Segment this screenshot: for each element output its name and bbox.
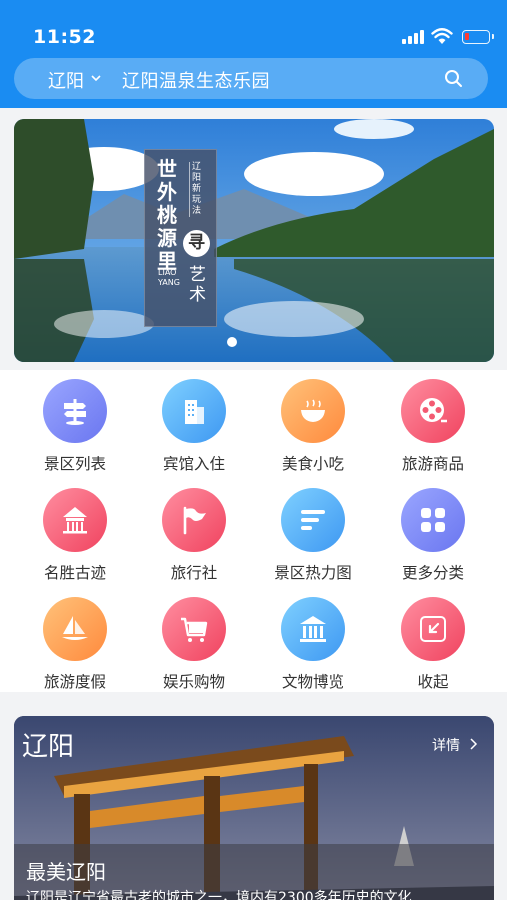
category-more[interactable]: 更多分类 — [378, 483, 488, 583]
battery-icon — [462, 30, 494, 44]
flag-icon — [162, 488, 226, 552]
feature-title: 最美辽阳 — [26, 860, 106, 884]
chevron-down-icon[interactable] — [88, 70, 104, 86]
category-food[interactable]: 美食小吃 — [258, 374, 368, 474]
category-label: 景区列表 — [43, 455, 106, 473]
search-input[interactable]: 辽阳温泉生态乐园 — [122, 67, 270, 93]
category-souvenirs[interactable]: 旅游商品 — [378, 374, 488, 474]
city-feature-card[interactable]: 辽阳 详情 最美辽阳 辽阳是辽宁省最古老的城市之一，境内有2300多年历史的文化… — [14, 716, 494, 900]
signal-icon — [402, 30, 426, 44]
plaque-english: LIAO YANG — [158, 268, 180, 287]
plaque-art: 艺术 — [189, 265, 206, 305]
category-label: 旅游度假 — [43, 673, 106, 691]
feature-details-link[interactable]: 详情 — [432, 735, 460, 755]
status-time: 11:52 — [33, 26, 96, 48]
signpost-icon — [43, 379, 107, 443]
category-museum[interactable]: 文物博览 — [258, 592, 368, 692]
search-bar[interactable]: 辽阳 辽阳温泉生态乐园 — [14, 58, 488, 99]
category-scenic-list[interactable]: 景区列表 — [20, 374, 130, 474]
category-label: 更多分类 — [401, 564, 464, 582]
carousel-indicator[interactable] — [227, 337, 237, 347]
bars-icon — [281, 488, 345, 552]
food-bowl-icon — [281, 379, 345, 443]
plaque-subtitle: 辽阳新玩法 — [189, 162, 203, 217]
feature-description: 辽阳是辽宁省最古老的城市之一，境内有2300多年历史的文化... — [26, 890, 425, 900]
hotel-icon — [162, 379, 226, 443]
status-bar: 11:52 — [0, 0, 507, 60]
category-travel-agency[interactable]: 旅行社 — [139, 483, 249, 583]
chevron-right-icon[interactable] — [468, 738, 478, 750]
category-shopping[interactable]: 娱乐购物 — [139, 592, 249, 692]
search-icon[interactable] — [444, 69, 463, 88]
shopping-cart-icon — [162, 597, 226, 661]
category-label: 美食小吃 — [281, 455, 344, 473]
feature-city-title: 辽阳 — [22, 732, 75, 762]
museum-icon — [281, 597, 345, 661]
category-label: 旅游商品 — [401, 455, 464, 473]
collapse-icon — [401, 597, 465, 661]
category-hotel[interactable]: 宾馆入住 — [139, 374, 249, 474]
category-heatmap[interactable]: 景区热力图 — [258, 483, 368, 583]
plaque-seal: 寻 — [183, 230, 210, 257]
category-label: 娱乐购物 — [162, 673, 225, 691]
category-historic-sites[interactable]: 名胜古迹 — [20, 483, 130, 583]
category-label: 宾馆入住 — [162, 455, 225, 473]
banner-plaque: 世外桃源里 辽阳新玩法 寻 LIAO YANG 艺术 — [144, 149, 217, 327]
promo-banner[interactable]: 世外桃源里 辽阳新玩法 寻 LIAO YANG 艺术 — [14, 119, 494, 362]
category-label: 景区热力图 — [274, 564, 352, 582]
category-label: 名胜古迹 — [43, 564, 106, 582]
sailboat-icon — [43, 597, 107, 661]
lake-landscape-image — [14, 119, 494, 362]
film-reel-icon — [401, 379, 465, 443]
plaque-title: 世外桃源里 — [157, 157, 177, 273]
wifi-icon — [431, 28, 453, 44]
category-collapse[interactable]: 收起 — [378, 592, 488, 692]
pagoda-icon — [43, 488, 107, 552]
category-label: 文物博览 — [281, 673, 344, 691]
category-vacation[interactable]: 旅游度假 — [20, 592, 130, 692]
grid-icon — [401, 488, 465, 552]
category-grid: 景区列表 宾馆入住 美食小吃 旅游商品 名胜古迹 旅行社 景区热力图 更多分类 … — [0, 370, 507, 692]
category-label: 收起 — [417, 673, 449, 691]
app-header: 11:52 辽阳 辽阳温泉生态乐园 — [0, 0, 507, 108]
category-label: 旅行社 — [170, 564, 218, 582]
city-selector[interactable]: 辽阳 — [48, 67, 84, 93]
